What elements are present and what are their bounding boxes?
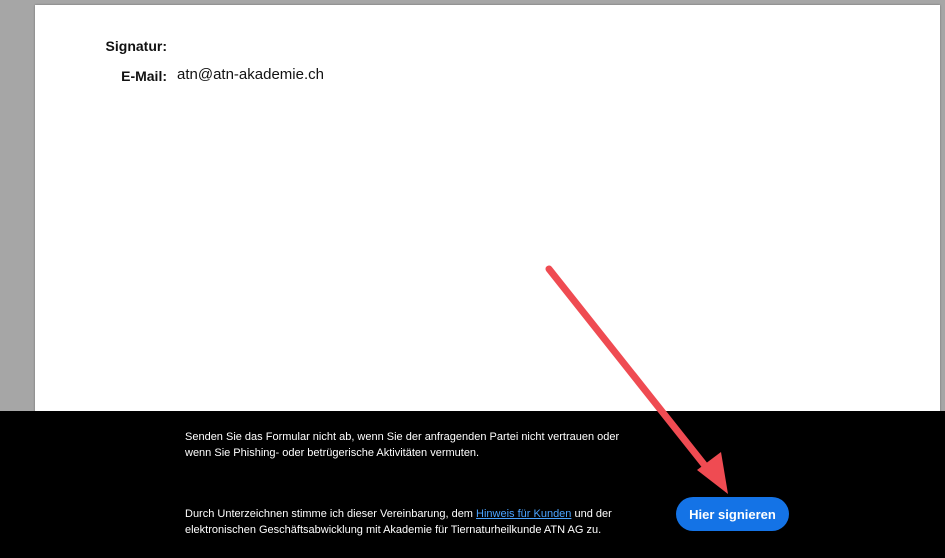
document-page: Signatur: E-Mail: atn@atn-akademie.ch	[35, 5, 940, 425]
email-value: atn@atn-akademie.ch	[177, 66, 324, 83]
agreement-text-start: Durch Unterzeichnen stimme ich dieser Ve…	[185, 508, 477, 520]
email-label: E-Mail:	[121, 68, 167, 84]
customer-notice-link[interactable]: Hinweis für Kunden	[476, 508, 571, 520]
signing-footer: Senden Sie das Formular nicht ab, wenn S…	[0, 411, 945, 558]
phishing-notice: Senden Sie das Formular nicht ab, wenn S…	[185, 431, 620, 459]
agreement-text: Durch Unterzeichnen stimme ich dieser Ve…	[185, 506, 625, 538]
signature-label: Signatur:	[105, 38, 167, 54]
sign-here-button[interactable]: Hier signieren	[676, 497, 789, 531]
